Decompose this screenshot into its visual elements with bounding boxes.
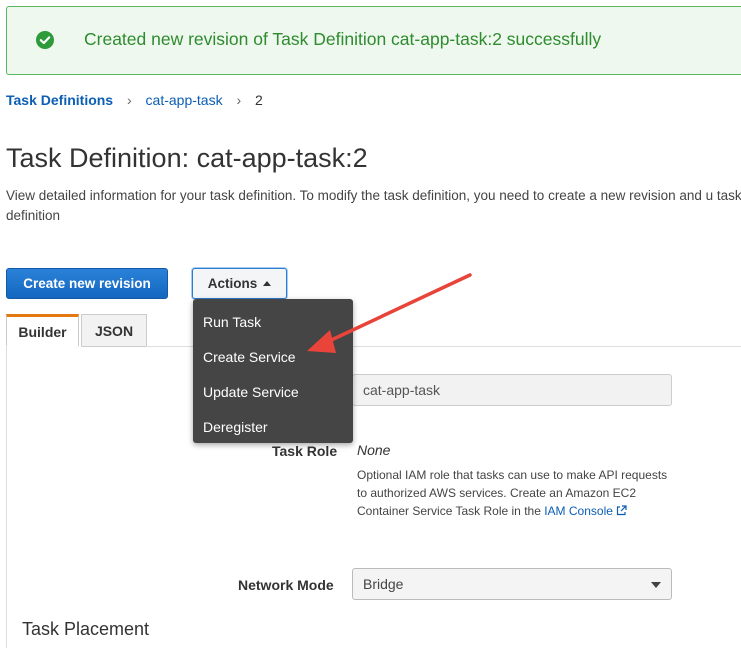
network-mode-value: Bridge (363, 576, 404, 592)
menu-item-update-service[interactable]: Update Service (193, 374, 353, 409)
task-role-label: Task Role (272, 443, 338, 459)
tab-builder[interactable]: Builder (6, 314, 79, 347)
page-description: View detailed information for your task … (6, 188, 741, 223)
chevron-down-icon (651, 582, 661, 588)
actions-label: Actions (207, 276, 258, 291)
success-banner: Created new revision of Task Definition … (6, 6, 741, 75)
task-definition-name-field[interactable]: cat-app-task (352, 374, 672, 406)
breadcrumb: Task Definitions › cat-app-task › 2 (6, 92, 263, 108)
breadcrumb-separator: › (126, 92, 132, 108)
external-link-icon (617, 505, 627, 516)
actions-button[interactable]: Actions (192, 268, 287, 299)
task-role-help: Optional IAM role that tasks can use to … (357, 466, 677, 520)
task-definition-name-value: cat-app-task (363, 382, 441, 398)
breadcrumb-revision: 2 (255, 92, 263, 108)
iam-console-link[interactable]: IAM Console (544, 504, 627, 518)
page: Created new revision of Task Definition … (0, 0, 741, 648)
page-title: Task Definition: cat-app-task:2 (6, 143, 368, 173)
iam-console-link-label: IAM Console (544, 504, 613, 518)
menu-item-create-service[interactable]: Create Service (193, 339, 353, 374)
caret-up-icon (263, 281, 272, 286)
tab-json[interactable]: JSON (81, 314, 147, 347)
task-role-value: None (357, 442, 391, 458)
breadcrumb-separator: › (236, 92, 242, 108)
success-message: Created new revision of Task Definition … (84, 29, 602, 49)
check-circle-icon (36, 31, 54, 49)
create-new-revision-label: Create new revision (23, 276, 151, 291)
create-new-revision-button[interactable]: Create new revision (6, 268, 168, 299)
breadcrumb-task-definitions[interactable]: Task Definitions (6, 92, 113, 108)
task-placement-heading: Task Placement (22, 619, 150, 639)
actions-dropdown-menu: Run Task Create Service Update Service D… (193, 299, 353, 443)
breadcrumb-family[interactable]: cat-app-task (146, 92, 223, 108)
menu-item-run-task[interactable]: Run Task (193, 304, 353, 339)
network-mode-label: Network Mode (238, 577, 334, 593)
menu-item-deregister[interactable]: Deregister (193, 409, 353, 444)
network-mode-select[interactable]: Bridge (352, 568, 672, 600)
